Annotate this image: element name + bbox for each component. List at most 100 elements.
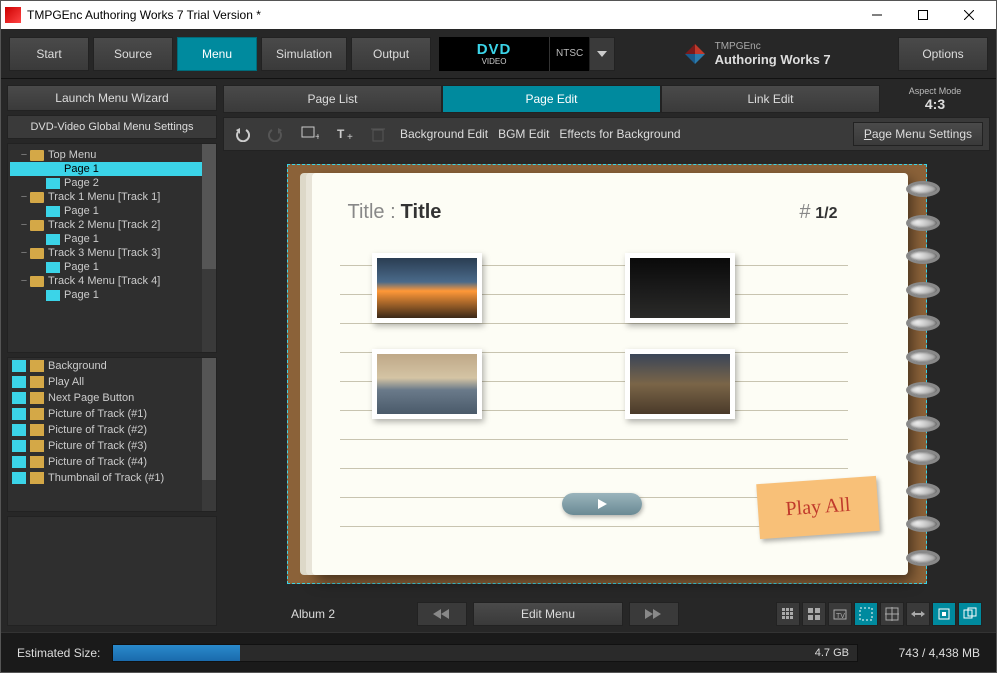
safe-icon bbox=[859, 607, 873, 621]
layers-icon bbox=[963, 607, 977, 621]
next-button[interactable] bbox=[629, 602, 679, 626]
tree-label: Page 1 bbox=[64, 289, 99, 301]
bgm-edit-link[interactable]: BGM Edit bbox=[498, 127, 549, 141]
book-background: Title : Title # 1/2 bbox=[312, 173, 908, 575]
prev-button[interactable] bbox=[417, 602, 467, 626]
aspect-value: 4:3 bbox=[925, 96, 945, 112]
page-indicator: # 1/2 bbox=[799, 201, 837, 224]
tree-page[interactable]: Page 2 bbox=[10, 176, 214, 190]
view-layers-button[interactable] bbox=[958, 602, 982, 626]
thumbnail-2[interactable] bbox=[625, 253, 735, 323]
view-grid2-button[interactable] bbox=[802, 602, 826, 626]
page-menu-settings-button[interactable]: Page Menu Settings bbox=[853, 122, 983, 146]
add-text-icon: T+ bbox=[335, 126, 353, 142]
tree-folder[interactable]: −Track 1 Menu [Track 1] bbox=[10, 190, 214, 204]
left-panel: Launch Menu Wizard DVD-Video Global Menu… bbox=[1, 79, 223, 632]
next-icon bbox=[645, 609, 663, 619]
tree-folder[interactable]: − Track 2 Menu [Track 2] bbox=[10, 218, 214, 232]
element-item[interactable]: Thumbnail of Track (#1) bbox=[8, 470, 216, 486]
tree-page[interactable]: Page 1 bbox=[10, 288, 214, 302]
add-text-button[interactable]: T+ bbox=[332, 122, 356, 146]
element-label: Background bbox=[48, 360, 107, 372]
book-title: Title : Title bbox=[348, 201, 442, 224]
expand-toggle[interactable]: − bbox=[18, 149, 30, 161]
redo-button[interactable] bbox=[264, 122, 288, 146]
tree-label: Track 2 Menu [Track 2] bbox=[48, 219, 160, 231]
element-type-icon bbox=[12, 408, 26, 420]
element-type-icon bbox=[12, 472, 26, 484]
edit-menu-button[interactable]: Edit Menu bbox=[473, 602, 623, 626]
background-edit-link[interactable]: Background Edit bbox=[400, 127, 488, 141]
thumbnail-4[interactable] bbox=[625, 349, 735, 419]
element-item[interactable]: Picture of Track (#2) bbox=[8, 422, 216, 438]
tab-row: Page List Page Edit Link Edit Aspect Mod… bbox=[223, 85, 990, 113]
format-indicator: DVD VIDEO NTSC bbox=[435, 37, 615, 71]
expand-toggle[interactable]: − bbox=[18, 191, 30, 203]
top-nav: Start Source Menu Simulation Output DVD … bbox=[1, 29, 996, 79]
nav-menu[interactable]: Menu bbox=[177, 37, 257, 71]
tab-page-list[interactable]: Page List bbox=[223, 85, 442, 113]
expand-toggle[interactable]: − bbox=[18, 247, 30, 259]
tree-page[interactable]: Page 1 bbox=[10, 260, 214, 274]
nav-output[interactable]: Output bbox=[351, 37, 431, 71]
dvd-block: DVD VIDEO bbox=[439, 37, 549, 71]
view-grid3-button[interactable] bbox=[776, 602, 800, 626]
play-pill-button[interactable] bbox=[562, 493, 642, 515]
fit-icon bbox=[911, 607, 925, 621]
view-fit-button[interactable] bbox=[906, 602, 930, 626]
app-window: TMPGEnc Authoring Works 7 Trial Version … bbox=[0, 0, 997, 673]
play-all-sticky[interactable]: Play All bbox=[756, 475, 880, 538]
tree-folder[interactable]: −Track 3 Menu [Track 3] bbox=[10, 246, 214, 260]
expand-toggle[interactable]: − bbox=[18, 219, 30, 231]
expand-toggle[interactable]: − bbox=[18, 275, 30, 287]
tree-page[interactable]: Page 1 bbox=[10, 232, 214, 246]
svg-text:+: + bbox=[315, 132, 319, 142]
tree-scrollbar[interactable] bbox=[202, 144, 216, 352]
undo-button[interactable] bbox=[230, 122, 254, 146]
add-image-button[interactable]: + bbox=[298, 122, 322, 146]
album-label: Album 2 bbox=[231, 607, 411, 621]
element-type-icon bbox=[12, 440, 26, 452]
tree-label: Page 1 bbox=[64, 205, 99, 217]
nav-options[interactable]: Options bbox=[898, 37, 988, 71]
view-tv-button[interactable]: TV bbox=[828, 602, 852, 626]
tree-page[interactable]: Page 1 bbox=[10, 162, 214, 176]
tree-folder[interactable]: −Top Menu bbox=[10, 148, 214, 162]
tab-link-edit[interactable]: Link Edit bbox=[661, 85, 880, 113]
view-snap-button[interactable] bbox=[932, 602, 956, 626]
page-icon bbox=[46, 164, 60, 175]
view-grid-button[interactable] bbox=[880, 602, 904, 626]
view-safe-button[interactable] bbox=[854, 602, 878, 626]
element-item[interactable]: Next Page Button bbox=[8, 390, 216, 406]
maximize-button[interactable] bbox=[900, 1, 946, 29]
lock-icon bbox=[30, 392, 44, 404]
size-progress: 4.7 GB bbox=[112, 644, 858, 662]
launch-wizard-button[interactable]: Launch Menu Wizard bbox=[7, 85, 217, 111]
element-item[interactable]: Picture of Track (#4) bbox=[8, 454, 216, 470]
tab-page-edit[interactable]: Page Edit bbox=[442, 85, 661, 113]
menu-preview[interactable]: Title : Title # 1/2 bbox=[287, 164, 927, 584]
effects-link[interactable]: Effects for Background bbox=[559, 127, 680, 141]
global-settings-button[interactable]: DVD-Video Global Menu Settings bbox=[7, 115, 217, 139]
canvas: Title : Title # 1/2 bbox=[223, 151, 990, 596]
close-button[interactable] bbox=[946, 1, 992, 29]
minimize-button[interactable] bbox=[854, 1, 900, 29]
element-item[interactable]: Background bbox=[8, 358, 216, 374]
tree-folder[interactable]: −Track 4 Menu [Track 4] bbox=[10, 274, 214, 288]
page-icon bbox=[46, 178, 60, 189]
element-item[interactable]: Play All bbox=[8, 374, 216, 390]
thumbnail-3[interactable] bbox=[372, 349, 482, 419]
element-item[interactable]: Picture of Track (#3) bbox=[8, 438, 216, 454]
svg-text:+: + bbox=[347, 132, 353, 142]
tree-page[interactable]: Page 1 bbox=[10, 204, 214, 218]
nav-source[interactable]: Source bbox=[93, 37, 173, 71]
nav-start[interactable]: Start bbox=[9, 37, 89, 71]
thumbnail-1[interactable] bbox=[372, 253, 482, 323]
elements-scrollbar[interactable] bbox=[202, 358, 216, 511]
delete-button[interactable] bbox=[366, 122, 390, 146]
format-dropdown[interactable] bbox=[589, 37, 615, 71]
element-label: Picture of Track (#3) bbox=[48, 440, 147, 452]
nav-simulation[interactable]: Simulation bbox=[261, 37, 347, 71]
element-label: Picture of Track (#4) bbox=[48, 456, 147, 468]
element-item[interactable]: Picture of Track (#1) bbox=[8, 406, 216, 422]
